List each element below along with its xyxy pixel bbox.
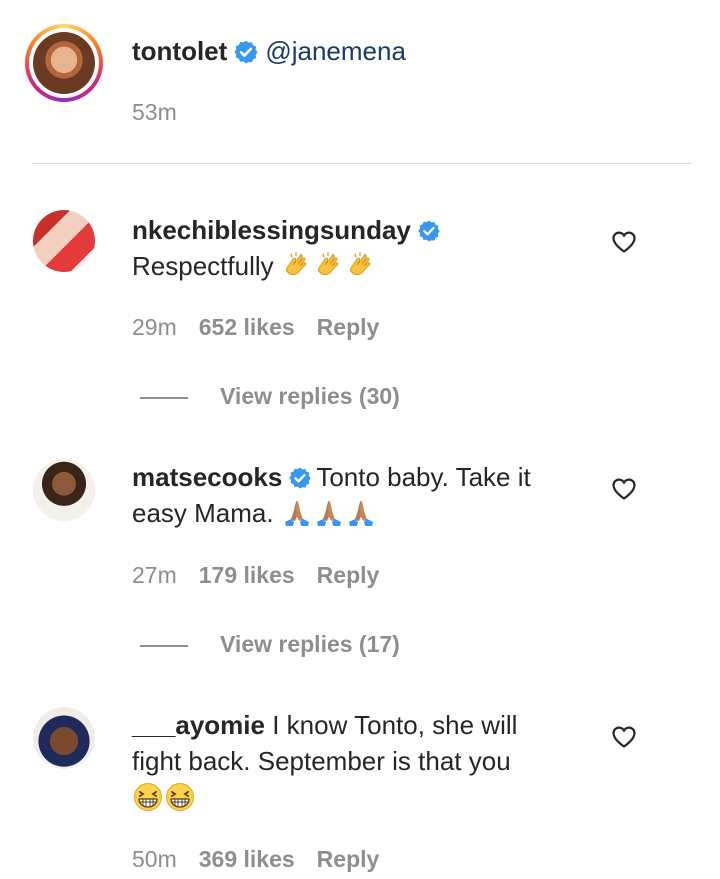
folded-hands-icon <box>313 498 345 528</box>
replies-line <box>140 396 188 399</box>
comment-text: matsecooks Tonto baby. Take it easy Mama. <box>132 459 572 531</box>
likes-count[interactable]: 179 likes <box>199 562 295 589</box>
reply-button[interactable]: Reply <box>317 314 380 341</box>
comment-meta: 29m 652 likes Reply <box>132 314 401 341</box>
comment-meta: 50m 369 likes Reply <box>132 846 401 873</box>
view-replies-label: View replies (17) <box>220 631 400 657</box>
verified-icon <box>233 39 259 65</box>
comment-time: 27m <box>132 562 177 588</box>
comment-time: 50m <box>132 846 177 872</box>
comment-time: 29m <box>132 314 177 340</box>
like-heart-icon[interactable] <box>611 477 637 501</box>
clapping-hands-icon <box>313 251 345 281</box>
divider <box>32 163 692 164</box>
likes-count[interactable]: 369 likes <box>199 846 295 873</box>
comment-text: ___ayomie I know Tonto, she will fight b… <box>132 707 572 815</box>
avatar <box>33 32 95 94</box>
folded-hands-icon <box>345 498 377 528</box>
story-avatar[interactable] <box>25 24 103 102</box>
clapping-hands-icon <box>345 251 377 281</box>
replies-line <box>140 644 188 647</box>
like-heart-icon[interactable] <box>611 725 637 749</box>
post-username[interactable]: tontolet <box>132 36 227 66</box>
comment-username[interactable]: ___ayomie <box>132 710 265 740</box>
folded-hands-icon <box>281 498 313 528</box>
reply-button[interactable]: Reply <box>317 562 380 589</box>
verified-icon <box>288 466 312 490</box>
view-replies-button[interactable]: View replies (17) <box>140 631 400 658</box>
likes-count[interactable]: 652 likes <box>199 314 295 341</box>
comment-username[interactable]: nkechiblessingsunday <box>132 215 411 245</box>
reply-button[interactable]: Reply <box>317 846 380 873</box>
avatar[interactable] <box>33 210 95 272</box>
view-replies-button[interactable]: View replies (30) <box>140 383 400 410</box>
grinning-squinting-face-icon <box>164 782 196 812</box>
post-timestamp: 53m <box>132 99 177 125</box>
comment-text: nkechiblessingsunday Respectfully <box>132 212 582 284</box>
clapping-hands-icon <box>281 251 313 281</box>
avatar[interactable] <box>33 459 95 521</box>
post-caption: tontolet @janemena <box>132 34 406 68</box>
comment-message: Respectfully <box>132 251 274 281</box>
like-heart-icon[interactable] <box>611 230 637 254</box>
verified-icon <box>417 219 441 243</box>
grinning-squinting-face-icon <box>132 782 164 812</box>
view-replies-label: View replies (30) <box>220 383 400 409</box>
comment-meta: 27m 179 likes Reply <box>132 562 401 589</box>
comment-username[interactable]: matsecooks <box>132 462 282 492</box>
mention-link[interactable]: @janemena <box>265 36 406 66</box>
post-header: tontolet @janemena 53m <box>0 0 720 165</box>
avatar[interactable] <box>33 707 95 769</box>
